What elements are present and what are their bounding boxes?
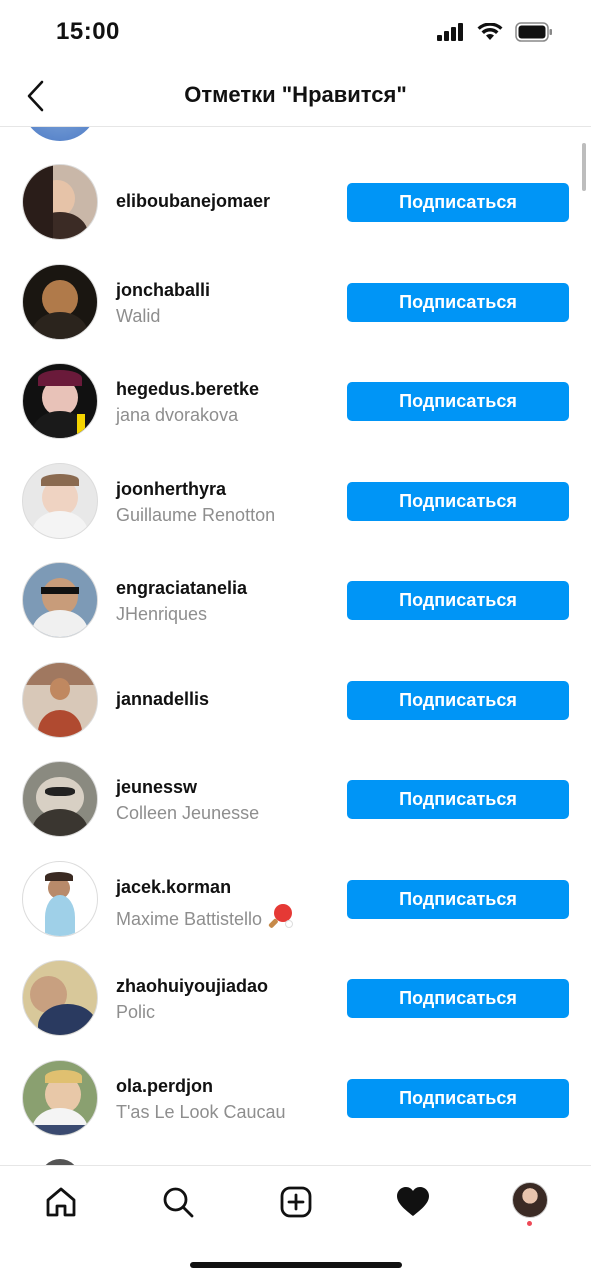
follow-button[interactable]: Подписаться — [347, 183, 569, 222]
search-icon — [163, 1187, 194, 1218]
list-item: jonchaballi Walid Подписаться — [0, 264, 591, 363]
scrollbar[interactable] — [582, 143, 586, 191]
username[interactable]: jannadellis — [116, 689, 209, 710]
avatar[interactable] — [22, 264, 98, 340]
header: Отметки "Нравится" — [0, 66, 591, 127]
avatar[interactable] — [22, 1060, 98, 1136]
tab-new-post[interactable] — [276, 1182, 316, 1222]
status-icons — [437, 22, 553, 42]
list-item: jannadellis Подписаться — [0, 662, 591, 761]
battery-icon — [515, 22, 552, 42]
full-name: Polic — [116, 1002, 156, 1022]
list-item: zhaohuiyoujiadao Polic Подписаться — [0, 960, 591, 1059]
activity-heart-icon — [397, 1187, 429, 1216]
home-icon — [46, 1187, 76, 1217]
username[interactable]: ola.perdjon — [116, 1076, 213, 1097]
page-title: Отметки "Нравится" — [184, 82, 407, 107]
home-indicator — [190, 1262, 402, 1268]
follow-button[interactable]: Подписаться — [347, 283, 569, 322]
list-item: engraciatanelia JHenriques Подписаться — [0, 562, 591, 661]
avatar[interactable] — [22, 761, 98, 837]
username[interactable]: jonchaballi — [116, 280, 210, 301]
list-item: joonherthyra Guillaume Renotton Подписат… — [0, 463, 591, 562]
ping-pong-emoji — [268, 903, 294, 934]
full-name: jana dvorakova — [116, 405, 239, 425]
list-item: jeunessw Colleen Jeunesse Подписаться — [0, 761, 591, 860]
username[interactable]: jeunessw — [116, 777, 197, 798]
list-item: jacek.korman Maxime Battistello Подписат… — [0, 861, 591, 960]
cellular-signal-icon — [437, 23, 463, 41]
list-item: hegedus.beretke jana dvorakova Подписать… — [0, 363, 591, 462]
avatar[interactable] — [22, 463, 98, 539]
username[interactable]: hegedus.beretke — [116, 379, 259, 400]
follow-button[interactable]: Подписаться — [347, 880, 569, 919]
full-name: JHenriques — [116, 604, 208, 624]
full-name: Colleen Jeunesse — [116, 803, 260, 823]
tab-activity[interactable] — [393, 1182, 433, 1222]
username[interactable]: jacek.korman — [116, 877, 231, 898]
follow-button[interactable]: Подписаться — [347, 681, 569, 720]
full-name: Guillaume Renotton — [116, 505, 276, 525]
follow-button[interactable]: Подписаться — [347, 979, 569, 1018]
list-item: ola.perdjon T'as Le Look Caucau Подписат… — [0, 1060, 591, 1159]
username[interactable]: joonherthyra — [116, 479, 226, 500]
full-name: Walid — [116, 306, 161, 326]
avatar[interactable] — [22, 164, 98, 240]
full-name: T'as Le Look Caucau — [116, 1102, 286, 1122]
tab-search[interactable] — [158, 1182, 198, 1222]
status-time: 15:00 — [56, 18, 120, 45]
full-name: Maxime Battistello — [116, 903, 294, 934]
username[interactable]: zhaohuiyoujiadao — [116, 976, 268, 997]
avatar[interactable] — [22, 662, 98, 738]
tab-profile-avatar[interactable] — [512, 1182, 548, 1218]
status-bar: 15:00 — [0, 0, 591, 66]
avatar[interactable] — [22, 127, 98, 141]
list-item: eliboubanejomaer Подписаться — [0, 164, 591, 263]
username[interactable]: engraciatanelia — [116, 578, 247, 599]
avatar[interactable] — [22, 960, 98, 1036]
tab-home[interactable] — [41, 1182, 81, 1222]
avatar[interactable] — [22, 562, 98, 638]
notification-dot — [527, 1221, 532, 1226]
avatar[interactable] — [22, 363, 98, 439]
follow-button[interactable]: Подписаться — [347, 482, 569, 521]
follow-button[interactable]: Подписаться — [347, 581, 569, 620]
follow-button[interactable]: Подписаться — [347, 780, 569, 819]
wifi-icon — [477, 23, 503, 40]
username[interactable]: eliboubanejomaer — [116, 191, 270, 212]
follow-button[interactable]: Подписаться — [347, 1079, 569, 1118]
follow-button[interactable]: Подписаться — [347, 382, 569, 421]
new-post-icon — [280, 1186, 312, 1218]
likes-list: eliboubanejomaer Подписаться jonchaballi… — [0, 127, 591, 1165]
avatar[interactable] — [22, 861, 98, 937]
